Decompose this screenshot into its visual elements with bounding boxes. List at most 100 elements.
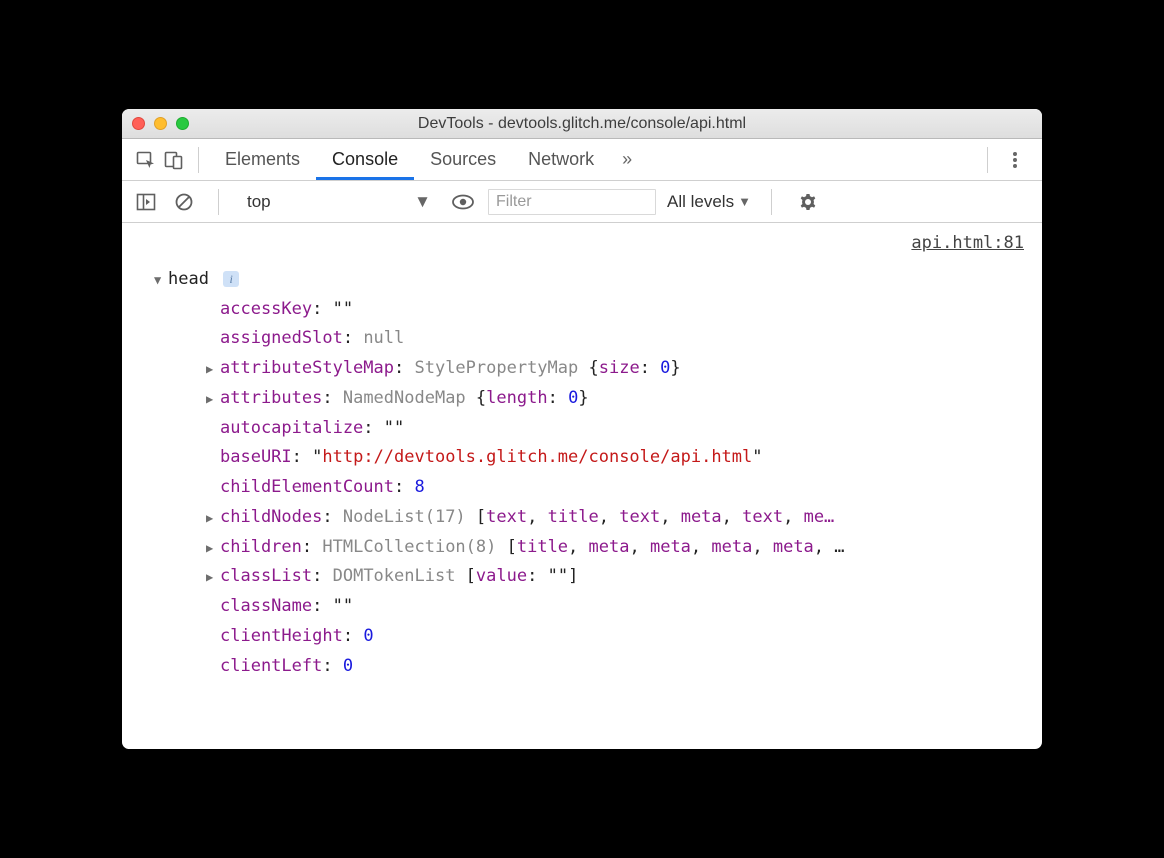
property-value-token: meta xyxy=(681,507,722,527)
property-value-token: http://devtools.glitch.me/console/api.ht… xyxy=(322,447,752,467)
device-toolbar-icon[interactable] xyxy=(160,146,188,174)
property-row[interactable]: clientLeft: 0 xyxy=(136,652,1028,682)
disclosure-triangle-icon[interactable]: ▶ xyxy=(206,538,218,559)
clear-console-icon[interactable] xyxy=(170,188,198,216)
property-value-token: meta xyxy=(711,537,752,557)
property-value-token: ] xyxy=(568,566,578,586)
disclosure-triangle-icon[interactable]: ▶ xyxy=(206,389,218,410)
minimize-window-button[interactable] xyxy=(154,117,167,130)
property-value-token: title xyxy=(548,507,599,527)
property-value-token: HTMLCollection(8) xyxy=(322,537,506,557)
levels-label: All levels xyxy=(667,192,734,212)
window-controls xyxy=(132,117,189,130)
logged-object: ▼head i accessKey: "" assignedSlot: null… xyxy=(136,259,1028,682)
property-value-token: [ xyxy=(466,566,476,586)
property-value-token: 0 xyxy=(363,626,373,646)
toggle-sidebar-icon[interactable] xyxy=(132,188,160,216)
property-value-token: : xyxy=(640,358,660,378)
live-expression-icon[interactable] xyxy=(449,188,477,216)
property-value-token: , … xyxy=(814,537,845,557)
property-value-token: NodeList(17) xyxy=(343,507,476,527)
property-value-token: } xyxy=(578,388,588,408)
property-value-token: [ xyxy=(507,537,517,557)
property-row[interactable]: ▶classList: DOMTokenList [value: ""] xyxy=(136,562,1028,592)
property-row[interactable]: assignedSlot: null xyxy=(136,324,1028,354)
tab-sources[interactable]: Sources xyxy=(414,139,512,180)
property-key: childNodes xyxy=(220,507,322,527)
property-value-token: [ xyxy=(476,507,486,527)
close-window-button[interactable] xyxy=(132,117,145,130)
property-value-token: 8 xyxy=(414,477,424,497)
property-value-token: " xyxy=(394,418,404,438)
divider xyxy=(987,147,988,173)
property-row[interactable]: childElementCount: 8 xyxy=(136,473,1028,503)
zoom-window-button[interactable] xyxy=(176,117,189,130)
filter-input[interactable] xyxy=(487,188,657,216)
property-value-token: " xyxy=(548,566,558,586)
property-row[interactable]: className: "" xyxy=(136,592,1028,622)
property-row[interactable]: ▶childNodes: NodeList(17) [text, title, … xyxy=(136,503,1028,533)
dropdown-caret-icon: ▼ xyxy=(738,194,751,209)
property-value-token: me… xyxy=(804,507,835,527)
property-value-token: size xyxy=(599,358,640,378)
property-value-token: 0 xyxy=(660,358,670,378)
property-row[interactable]: baseURI: "http://devtools.glitch.me/cons… xyxy=(136,443,1028,473)
property-value-token: length xyxy=(486,388,547,408)
disclosure-triangle-icon[interactable]: ▶ xyxy=(206,567,218,588)
execution-context-selector[interactable]: top ▼ xyxy=(239,189,439,215)
property-row[interactable]: accessKey: "" xyxy=(136,295,1028,325)
property-value-token: meta xyxy=(589,537,630,557)
property-row[interactable]: ▶attributeStyleMap: StylePropertyMap {si… xyxy=(136,354,1028,384)
property-value-token: : xyxy=(548,388,568,408)
more-options-button[interactable] xyxy=(998,150,1032,170)
property-value-token: " xyxy=(333,596,343,616)
property-key: assignedSlot xyxy=(220,328,343,348)
property-row[interactable]: ▶children: HTMLCollection(8) [title, met… xyxy=(136,533,1028,563)
property-key: children xyxy=(220,537,302,557)
panel-tabs: ElementsConsoleSourcesNetwork xyxy=(209,139,610,180)
property-value-token: , xyxy=(629,537,649,557)
property-value-token: , xyxy=(660,507,680,527)
property-value-token: title xyxy=(517,537,568,557)
property-key: autocapitalize xyxy=(220,418,363,438)
log-levels-selector[interactable]: All levels ▼ xyxy=(667,192,751,212)
disclosure-triangle-icon[interactable]: ▶ xyxy=(206,359,218,380)
property-value-token: value xyxy=(476,566,527,586)
property-row[interactable]: ▶attributes: NamedNodeMap {length: 0} xyxy=(136,384,1028,414)
devtools-window: DevTools - devtools.glitch.me/console/ap… xyxy=(122,109,1042,749)
info-icon[interactable]: i xyxy=(223,271,239,287)
more-tabs-button[interactable]: » xyxy=(610,149,644,170)
property-value-token: " xyxy=(333,299,343,319)
property-value-token: { xyxy=(476,388,486,408)
property-key: attributeStyleMap xyxy=(220,358,394,378)
property-key: baseURI xyxy=(220,447,292,467)
tab-elements[interactable]: Elements xyxy=(209,139,316,180)
property-key: className xyxy=(220,596,312,616)
tab-network[interactable]: Network xyxy=(512,139,610,180)
property-value-token: , xyxy=(599,507,619,527)
property-key: accessKey xyxy=(220,299,312,319)
console-settings-icon[interactable] xyxy=(792,192,824,212)
disclosure-triangle-icon[interactable]: ▶ xyxy=(206,508,218,529)
object-root-row[interactable]: ▼head i xyxy=(136,265,1028,295)
console-toolbar: top ▼ All levels ▼ xyxy=(122,181,1042,223)
window-title: DevTools - devtools.glitch.me/console/ap… xyxy=(122,115,1042,133)
property-row[interactable]: autocapitalize: "" xyxy=(136,414,1028,444)
property-value-token: } xyxy=(670,358,680,378)
property-value-token: DOMTokenList xyxy=(333,566,466,586)
tab-console[interactable]: Console xyxy=(316,139,414,180)
disclosure-triangle-open-icon[interactable]: ▼ xyxy=(154,270,166,291)
inspect-element-icon[interactable] xyxy=(132,146,160,174)
property-value-token: NamedNodeMap xyxy=(343,388,476,408)
property-row[interactable]: clientHeight: 0 xyxy=(136,622,1028,652)
property-key: clientLeft xyxy=(220,656,322,676)
property-key: attributes xyxy=(220,388,322,408)
property-value-token: { xyxy=(588,358,598,378)
divider xyxy=(218,189,219,215)
property-value-token: 0 xyxy=(343,656,353,676)
property-value-token: , xyxy=(527,507,547,527)
property-value-token: null xyxy=(363,328,404,348)
property-value-token: , xyxy=(783,507,803,527)
source-link[interactable]: api.html:81 xyxy=(911,229,1024,259)
property-value-token: , xyxy=(568,537,588,557)
